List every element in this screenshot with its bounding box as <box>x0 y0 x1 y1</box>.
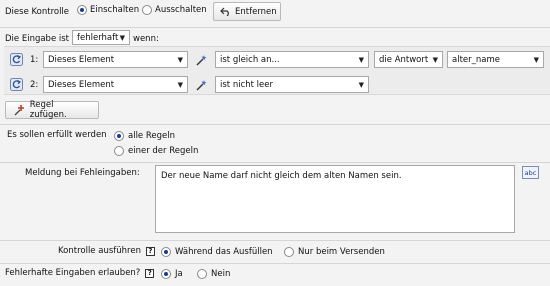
wand-icon[interactable] <box>194 78 208 92</box>
radio-yes-dot[interactable] <box>161 269 171 279</box>
radio-disable-label: Ausschalten <box>155 5 207 15</box>
rule-1-source-select[interactable]: die Antwort ▼ <box>374 51 443 68</box>
radio-yes-label: Ja <box>175 269 183 279</box>
radio-submit[interactable]: Nur beim Versenden <box>284 247 385 257</box>
condition-state-value: fehlerhaft <box>77 32 119 43</box>
radio-submit-dot[interactable] <box>284 247 294 257</box>
condition-suffix: wenn: <box>133 34 159 44</box>
message-textarea[interactable]: Der neue Name darf nicht gleich dem alte… <box>155 165 515 233</box>
divider <box>0 27 550 28</box>
radio-submit-label: Nur beim Versenden <box>298 247 385 257</box>
radio-disable[interactable]: Ausschalten <box>142 5 207 15</box>
add-rule-label: Regel zufügen. <box>29 100 67 120</box>
rule-1-number: 1: <box>30 55 39 65</box>
divider <box>0 263 550 264</box>
divider <box>0 240 550 241</box>
radio-during-label: Während das Ausfüllen <box>175 247 273 257</box>
radio-one-rule-dot[interactable] <box>114 146 124 156</box>
rule-2-number: 2: <box>30 80 39 90</box>
chevron-down-icon: ▼ <box>358 55 364 64</box>
chevron-down-icon: ▼ <box>358 80 364 89</box>
remove-button[interactable]: Entfernen <box>213 2 281 21</box>
rule-2-element-value: Dieses Element <box>48 79 115 90</box>
radio-enable[interactable]: Einschalten <box>77 5 139 15</box>
run-check-label: Kontrolle ausführen <box>58 246 141 256</box>
message-label: Meldung bei Fehleingaben: <box>25 168 140 178</box>
chevron-down-icon: ▼ <box>119 33 125 42</box>
radio-no[interactable]: Nein <box>197 269 230 279</box>
help-icon[interactable]: ? <box>145 246 155 256</box>
undo-icon <box>220 5 231 19</box>
radio-all-rules[interactable]: alle Regeln <box>114 131 175 141</box>
radio-one-rule-label: einer der Regeln <box>128 146 199 156</box>
chevron-down-icon: ▼ <box>177 55 183 64</box>
rule-1-element-value: Dieses Element <box>48 54 115 65</box>
refresh-icon[interactable] <box>9 52 23 66</box>
radio-disable-dot[interactable] <box>142 5 152 15</box>
help-icon[interactable]: ? <box>145 268 155 278</box>
rule-1-value-value: alter_name <box>452 54 500 65</box>
rule-1-source-value: die Antwort <box>379 54 429 65</box>
chevron-down-icon: ▼ <box>432 55 438 64</box>
add-rule-icon <box>12 103 26 117</box>
radio-enable-label: Einschalten <box>90 5 140 15</box>
radio-one-rule[interactable]: einer der Regeln <box>114 146 198 156</box>
radio-yes[interactable]: Ja <box>161 269 183 279</box>
rule-2-element-select[interactable]: Dieses Element ▼ <box>43 76 188 93</box>
wand-icon[interactable] <box>194 53 208 67</box>
run-check-row: Kontrolle ausführen ? <box>58 246 155 256</box>
rule-2-operator-value: ist nicht leer <box>220 79 273 90</box>
divider <box>0 124 550 125</box>
chevron-down-icon: ▼ <box>177 80 183 89</box>
radio-all-rules-dot[interactable] <box>114 131 124 141</box>
condition-state-select[interactable]: fehlerhaft ▼ <box>72 30 130 45</box>
radio-during-dot[interactable] <box>161 247 171 257</box>
radio-all-rules-label: alle Regeln <box>128 131 175 141</box>
divider <box>0 162 550 163</box>
rule-2-operator-select[interactable]: ist nicht leer ▼ <box>215 76 369 93</box>
rule-1-operator-select[interactable]: ist gleich an... ▼ <box>215 51 369 68</box>
allow-invalid-row: Fehlerhafte Eingaben erlauben? ? <box>5 268 155 278</box>
rule-1-element-select[interactable]: Dieses Element ▼ <box>43 51 188 68</box>
rule-1-value-select[interactable]: alter_name ▼ <box>447 51 544 68</box>
chevron-down-icon: ▼ <box>533 55 539 64</box>
message-text: Der neue Name darf nicht gleich dem alte… <box>161 171 402 181</box>
radio-during[interactable]: Während das Ausfüllen <box>161 247 273 257</box>
remove-button-label: Entfernen <box>235 6 277 17</box>
allow-invalid-label: Fehlerhafte Eingaben erlauben? <box>5 268 141 278</box>
radio-no-dot[interactable] <box>197 269 207 279</box>
refresh-icon[interactable] <box>9 77 23 91</box>
condition-prefix: Die Eingabe ist <box>5 34 70 44</box>
rule-1-operator-value: ist gleich an... <box>220 54 280 65</box>
fulfillment-label: Es sollen erfüllt werden <box>7 130 107 140</box>
spellcheck-text: abc <box>524 168 537 177</box>
spellcheck-icon[interactable]: abc <box>522 166 539 179</box>
add-rule-button[interactable]: Regel zufügen. <box>5 100 99 120</box>
control-label: Diese Kontrolle <box>5 7 70 17</box>
radio-enable-dot[interactable] <box>77 5 87 15</box>
radio-no-label: Nein <box>211 269 231 279</box>
